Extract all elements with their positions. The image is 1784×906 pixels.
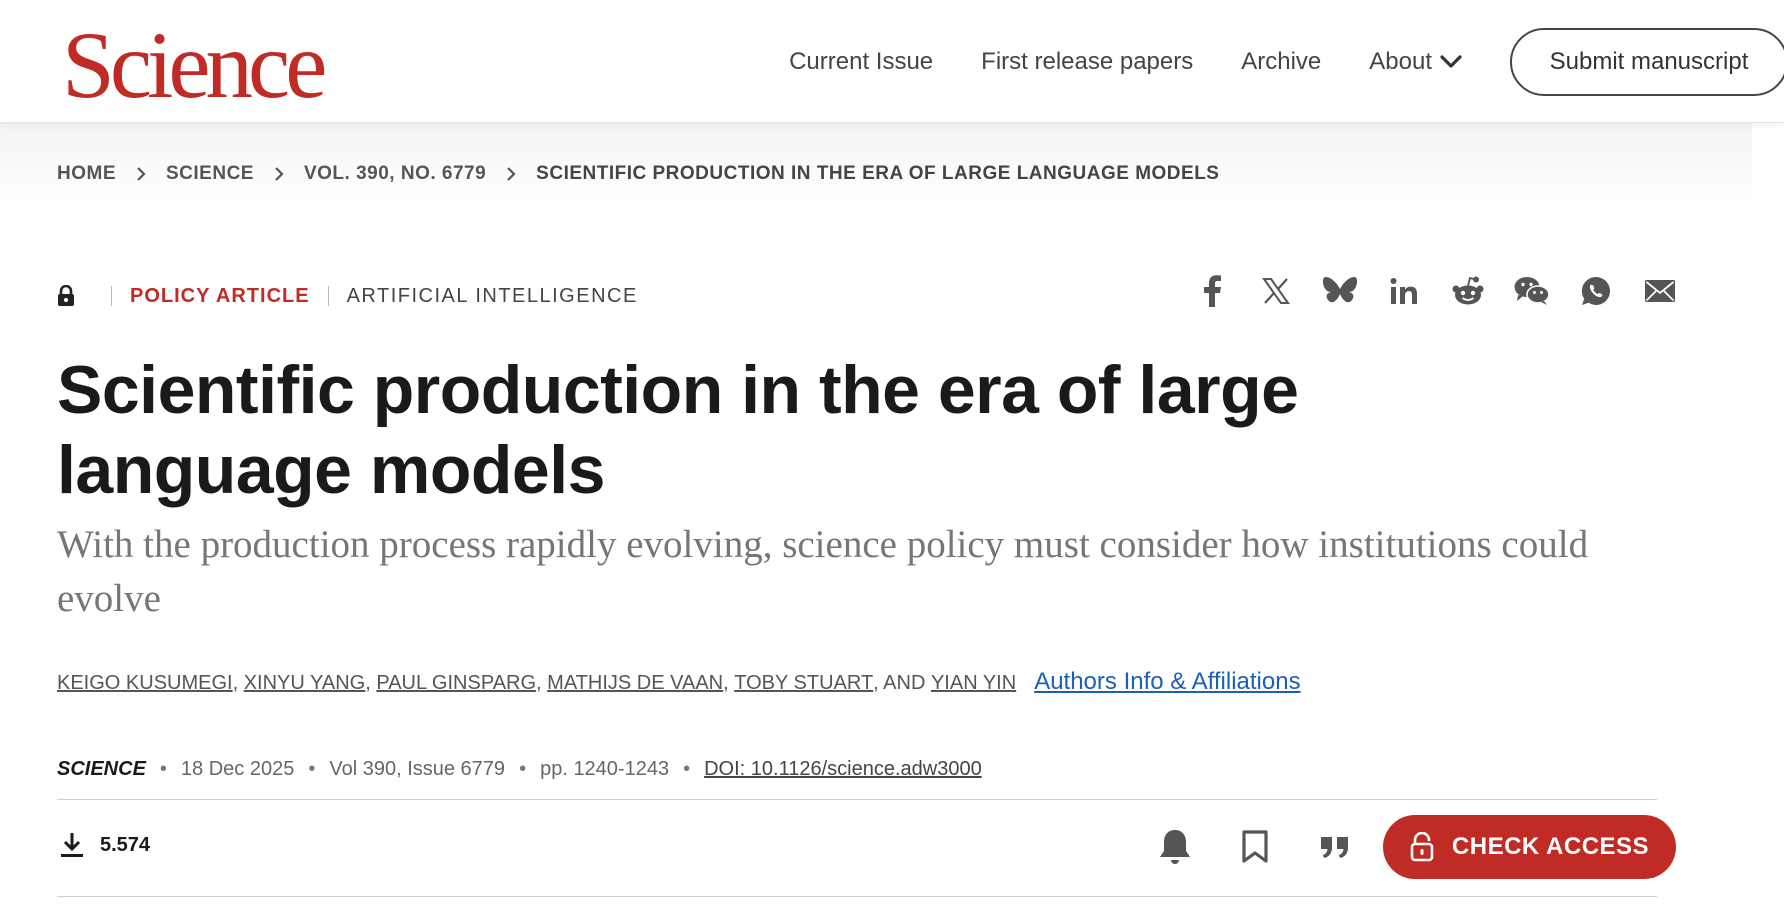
nav-first-release-papers[interactable]: First release papers — [981, 48, 1193, 76]
nav-label: Current Issue — [789, 47, 934, 75]
unlock-icon — [1410, 832, 1434, 862]
nav-label: Archive — [1241, 47, 1322, 75]
authors-info-affiliations-link[interactable]: Authors Info & Affiliations — [1034, 668, 1300, 696]
article-actions: CHECK ACCESS — [1135, 815, 1676, 879]
nav-archive[interactable]: Archive — [1241, 48, 1321, 76]
page-range: pp. 1240-1243 — [540, 758, 670, 780]
doi-link[interactable]: DOI: 10.1126/science.adw3000 — [704, 758, 982, 781]
download-icon — [61, 833, 83, 857]
facebook-icon[interactable] — [1180, 275, 1244, 307]
content-area — [0, 123, 1752, 906]
nav-current-issue[interactable]: Current Issue — [789, 48, 933, 76]
submit-manuscript-button[interactable]: Submit manuscript — [1510, 27, 1784, 96]
site-header: Science Current Issue First release pape… — [0, 0, 1784, 123]
bell-icon[interactable] — [1135, 828, 1215, 866]
check-access-button[interactable]: CHECK ACCESS — [1383, 815, 1676, 879]
author-link[interactable]: KEIGO KUSUMEGI — [57, 672, 233, 695]
author-separator: , — [536, 672, 548, 694]
lock-icon — [57, 285, 75, 307]
article-topic[interactable]: ARTIFICIAL INTELLIGENCE — [347, 285, 638, 308]
divider — [111, 286, 112, 306]
chevron-right-icon — [506, 166, 516, 182]
x-icon[interactable] — [1244, 277, 1308, 305]
chevron-right-icon — [136, 166, 146, 182]
download-count-value: 5.574 — [100, 833, 151, 856]
divider — [57, 896, 1657, 897]
whatsapp-icon[interactable] — [1564, 276, 1628, 306]
reddit-icon[interactable] — [1436, 276, 1500, 306]
author-separator: , — [232, 672, 244, 694]
separator-dot: • — [159, 758, 167, 780]
main-nav: Current Issue First release papers Archi… — [789, 0, 1784, 123]
author-link[interactable]: MATHIJS DE VAAN — [547, 672, 723, 695]
science-logo[interactable]: Science — [62, 10, 327, 120]
linkedin-icon[interactable] — [1372, 277, 1436, 305]
share-bar — [1180, 275, 1692, 307]
bookmark-icon[interactable] — [1215, 830, 1295, 864]
breadcrumb: HOME SCIENCE VOL. 390, NO. 6779 SCIENTIF… — [57, 163, 1219, 185]
separator-dot: • — [683, 758, 691, 780]
article-meta: POLICY ARTICLE ARTIFICIAL INTELLIGENCE — [57, 280, 638, 312]
bluesky-icon[interactable] — [1308, 276, 1372, 306]
author-separator: , AND — [873, 672, 931, 694]
author-link[interactable]: TOBY STUART — [734, 672, 873, 695]
publication-date: 18 Dec 2025 — [180, 758, 295, 780]
breadcrumb-home[interactable]: HOME — [57, 163, 116, 185]
breadcrumb-volume[interactable]: VOL. 390, NO. 6779 — [304, 163, 486, 185]
article-title: Scientific production in the era of larg… — [57, 352, 1299, 508]
breadcrumb-current: SCIENTIFIC PRODUCTION IN THE ERA OF LARG… — [536, 163, 1220, 184]
journal-name[interactable]: SCIENCE — [57, 758, 146, 781]
wechat-icon[interactable] — [1500, 276, 1564, 306]
divider — [327, 286, 329, 306]
email-icon[interactable] — [1628, 280, 1692, 302]
author-link[interactable]: PAUL GINSPARG — [376, 672, 536, 695]
publication-info: SCIENCE • 18 Dec 2025 • Vol 390, Issue 6… — [57, 758, 982, 781]
nav-about[interactable]: About — [1369, 48, 1462, 76]
divider — [57, 799, 1657, 800]
nav-label: First release papers — [981, 47, 1194, 75]
author-link[interactable]: XINYU YANG — [244, 672, 366, 695]
chevron-down-icon — [1440, 54, 1462, 68]
download-count[interactable]: 5.574 — [60, 832, 150, 858]
nav-label: About — [1369, 47, 1432, 75]
chevron-right-icon — [274, 166, 284, 182]
volume-issue[interactable]: Vol 390, Issue 6779 — [329, 758, 505, 781]
article-type[interactable]: POLICY ARTICLE — [130, 285, 310, 308]
author-separator: , — [723, 672, 735, 694]
author-list: KEIGO KUSUMEGI, XINYU YANG, PAUL GINSPAR… — [57, 668, 1301, 696]
check-access-label: CHECK ACCESS — [1451, 833, 1650, 860]
separator-dot: • — [308, 758, 316, 780]
author-link[interactable]: YIAN YIN — [931, 672, 1016, 695]
cite-icon[interactable] — [1295, 835, 1375, 859]
separator-dot: • — [519, 758, 527, 780]
author-separator: , — [365, 672, 377, 694]
breadcrumb-science[interactable]: SCIENCE — [166, 163, 254, 185]
article-subtitle: With the production process rapidly evol… — [57, 523, 1589, 620]
